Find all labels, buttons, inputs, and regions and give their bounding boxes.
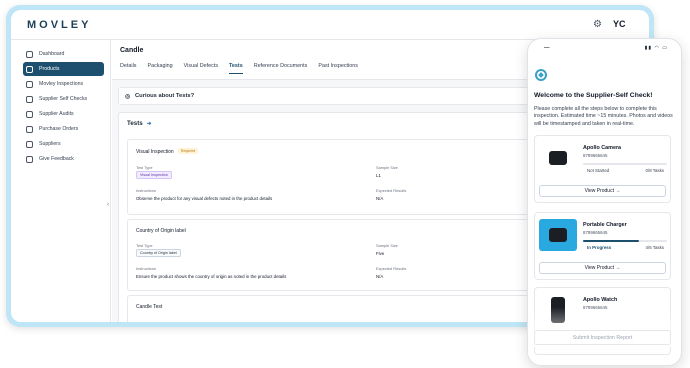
test-type-label: Test Type bbox=[136, 165, 153, 170]
product-tasks: 0/8 Tasks bbox=[645, 168, 664, 173]
welcome-title: Welcome to the Supplier-Self Check! bbox=[534, 92, 653, 99]
product-name: Apollo Watch bbox=[583, 297, 618, 303]
instructions-label: Instructions bbox=[136, 266, 156, 271]
lightbulb-icon bbox=[26, 155, 33, 163]
sidebar: Dashboard Products Movley Inspections Su… bbox=[11, 40, 111, 322]
gear-icon[interactable]: ⚙ bbox=[593, 19, 602, 30]
top-bar: MOVLEY ⚙ YC bbox=[11, 10, 649, 40]
page-title: Candle bbox=[120, 47, 144, 54]
submit-report-button[interactable]: Submit Inspection Report bbox=[534, 330, 671, 345]
product-status: Not Started bbox=[587, 168, 610, 173]
instructions-value: Ensure the product shows the country of … bbox=[136, 274, 287, 279]
curious-text: Curious about Tests? bbox=[135, 93, 195, 99]
sample-size-value: Five bbox=[376, 251, 385, 256]
sidebar-item-label: Movley Inspections bbox=[39, 81, 84, 87]
charger-thumbnail bbox=[539, 219, 577, 251]
status-bar: — ▮▮ ◠ ▭ bbox=[528, 45, 681, 55]
sidebar-item-label: Dashboard bbox=[39, 51, 65, 57]
test-name: Country of Origin label bbox=[136, 228, 186, 234]
movley-app-logo-icon bbox=[535, 69, 547, 81]
sample-size-label: Sample Size bbox=[376, 243, 398, 248]
test-name: Candle Test bbox=[136, 304, 163, 310]
document-icon bbox=[26, 125, 33, 133]
sidebar-item-give-feedback[interactable]: Give Feedback bbox=[23, 152, 104, 166]
sidebar-item-supplier-audits[interactable]: Supplier Audits bbox=[23, 107, 104, 121]
user-avatar[interactable]: YC bbox=[613, 19, 626, 29]
sidebar-item-suppliers[interactable]: Suppliers bbox=[23, 137, 104, 151]
sidebar-item-dashboard[interactable]: Dashboard bbox=[23, 47, 104, 61]
sidebar-item-purchase-orders[interactable]: Purchase Orders bbox=[23, 122, 104, 136]
signal-icon: ▮▮ ◠ ▭ bbox=[644, 45, 668, 51]
camera-thumbnail bbox=[539, 142, 577, 174]
product-name: Portable Charger bbox=[583, 222, 627, 228]
sidebar-item-movley-inspections[interactable]: Movley Inspections bbox=[23, 77, 104, 91]
expected-value: N/A bbox=[376, 274, 384, 279]
progress-fill bbox=[583, 240, 640, 242]
phone-mockup: — ▮▮ ◠ ▭ Welcome to the Supplier-Self Ch… bbox=[527, 38, 682, 366]
sidebar-item-supplier-self-checks[interactable]: Supplier Self Checks bbox=[23, 92, 104, 106]
collapse-sidebar-icon[interactable]: ‹ bbox=[107, 202, 109, 208]
movley-logo[interactable]: MOVLEY bbox=[27, 19, 91, 31]
required-badge: Required bbox=[177, 148, 199, 154]
intro-text: Please complete all the steps below to c… bbox=[534, 106, 673, 127]
tab-packaging[interactable]: Packaging bbox=[147, 63, 172, 74]
product-card: Portable Charger 8799665645 In Progress … bbox=[534, 212, 671, 280]
info-icon[interactable]: ➔ bbox=[147, 121, 152, 127]
expected-value: N/A bbox=[376, 196, 384, 201]
building-icon bbox=[26, 110, 33, 118]
product-sku: 8799665645 bbox=[583, 153, 608, 158]
tab-details[interactable]: Details bbox=[120, 63, 136, 74]
sidebar-item-label: Supplier Audits bbox=[39, 111, 74, 117]
sidebar-item-label: Products bbox=[39, 66, 60, 72]
sample-size-label: Sample Size bbox=[376, 165, 398, 170]
test-card: Visual Inspection Required Test Type Visu… bbox=[127, 139, 543, 215]
lightbulb-icon: ◎ bbox=[125, 94, 131, 100]
sidebar-item-label: Suppliers bbox=[39, 141, 61, 147]
expected-label: Expected Results bbox=[376, 266, 407, 271]
test-card: Country of Origin label Test Type Countr… bbox=[127, 219, 543, 291]
test-type-label: Test Type bbox=[136, 243, 153, 248]
tab-visual-defects[interactable]: Visual Defects bbox=[184, 63, 218, 74]
product-sku: 8799665645 bbox=[583, 230, 608, 235]
product-tasks: 4/6 Tasks bbox=[645, 245, 664, 250]
sidebar-item-label: Supplier Self Checks bbox=[39, 96, 88, 102]
progress-bar bbox=[583, 163, 667, 165]
product-status: In Progress bbox=[587, 245, 612, 250]
grid-icon bbox=[26, 50, 33, 58]
box-icon bbox=[26, 65, 33, 73]
view-product-button[interactable]: View Product → bbox=[539, 185, 666, 197]
sidebar-item-label: Purchase Orders bbox=[39, 126, 79, 132]
users-icon bbox=[26, 140, 33, 148]
search-icon bbox=[26, 80, 33, 88]
tab-past-inspections[interactable]: Past Inspections bbox=[318, 63, 358, 74]
product-name: Apollo Camera bbox=[583, 145, 622, 151]
sidebar-item-products[interactable]: Products bbox=[23, 62, 104, 76]
test-name: Visual Inspection Required bbox=[136, 148, 199, 155]
tab-tests[interactable]: Tests bbox=[229, 63, 243, 74]
test-card: Candle Test bbox=[127, 295, 543, 322]
tests-panel: Tests ➔ Visual Inspection Required Test Ty… bbox=[118, 112, 548, 322]
test-type-chip: Visual Inspection bbox=[136, 171, 172, 179]
curious-banner[interactable]: ◎ Curious about Tests? bbox=[118, 87, 548, 105]
sample-size-value: L1 bbox=[376, 173, 381, 178]
instructions-label: Instructions bbox=[136, 188, 156, 193]
instructions-value: Observe the product for any visual defec… bbox=[136, 196, 273, 201]
sidebar-item-label: Give Feedback bbox=[39, 156, 74, 162]
expected-label: Expected Results bbox=[376, 188, 407, 193]
progress-bar bbox=[583, 240, 667, 242]
test-type-chip: Country of Origin label bbox=[136, 249, 181, 257]
product-card: Apollo Camera 8799665645 Not Started 0/8… bbox=[534, 135, 671, 203]
time-indicator: — bbox=[544, 45, 550, 51]
view-product-button[interactable]: View Product → bbox=[539, 262, 666, 274]
tab-bar: Details Packaging Visual Defects Tests R… bbox=[120, 63, 369, 74]
checklist-icon bbox=[26, 95, 33, 103]
tab-reference-documents[interactable]: Reference Documents bbox=[254, 63, 308, 74]
tests-heading: Tests ➔ bbox=[127, 120, 152, 127]
